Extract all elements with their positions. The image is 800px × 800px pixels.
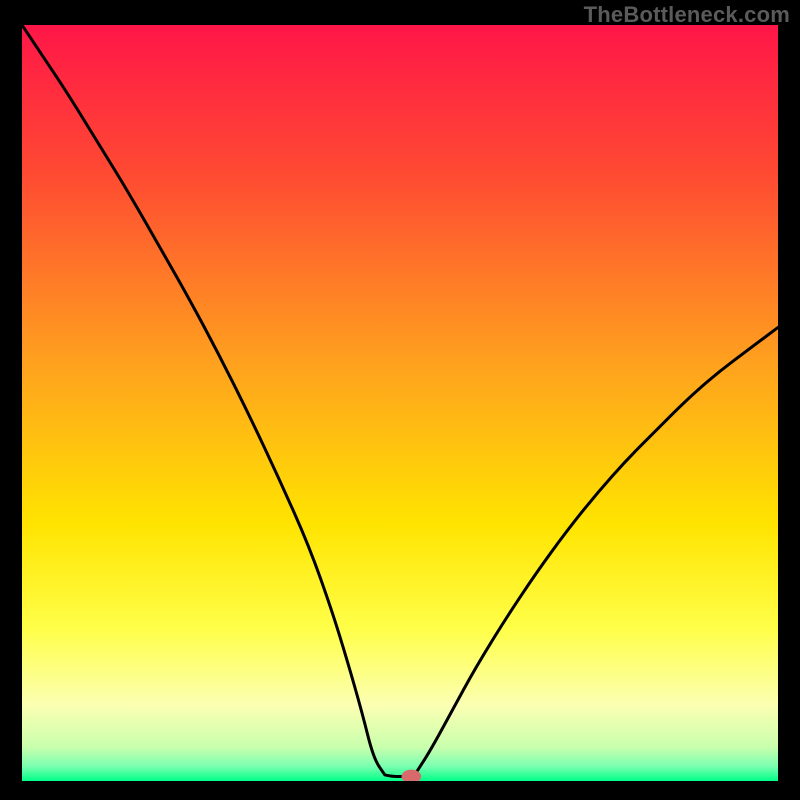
- gradient-background: [22, 25, 778, 781]
- watermark-text: TheBottleneck.com: [584, 2, 790, 28]
- chart-frame: TheBottleneck.com: [0, 0, 800, 800]
- plot-area: [22, 25, 778, 781]
- chart-svg: [22, 25, 778, 781]
